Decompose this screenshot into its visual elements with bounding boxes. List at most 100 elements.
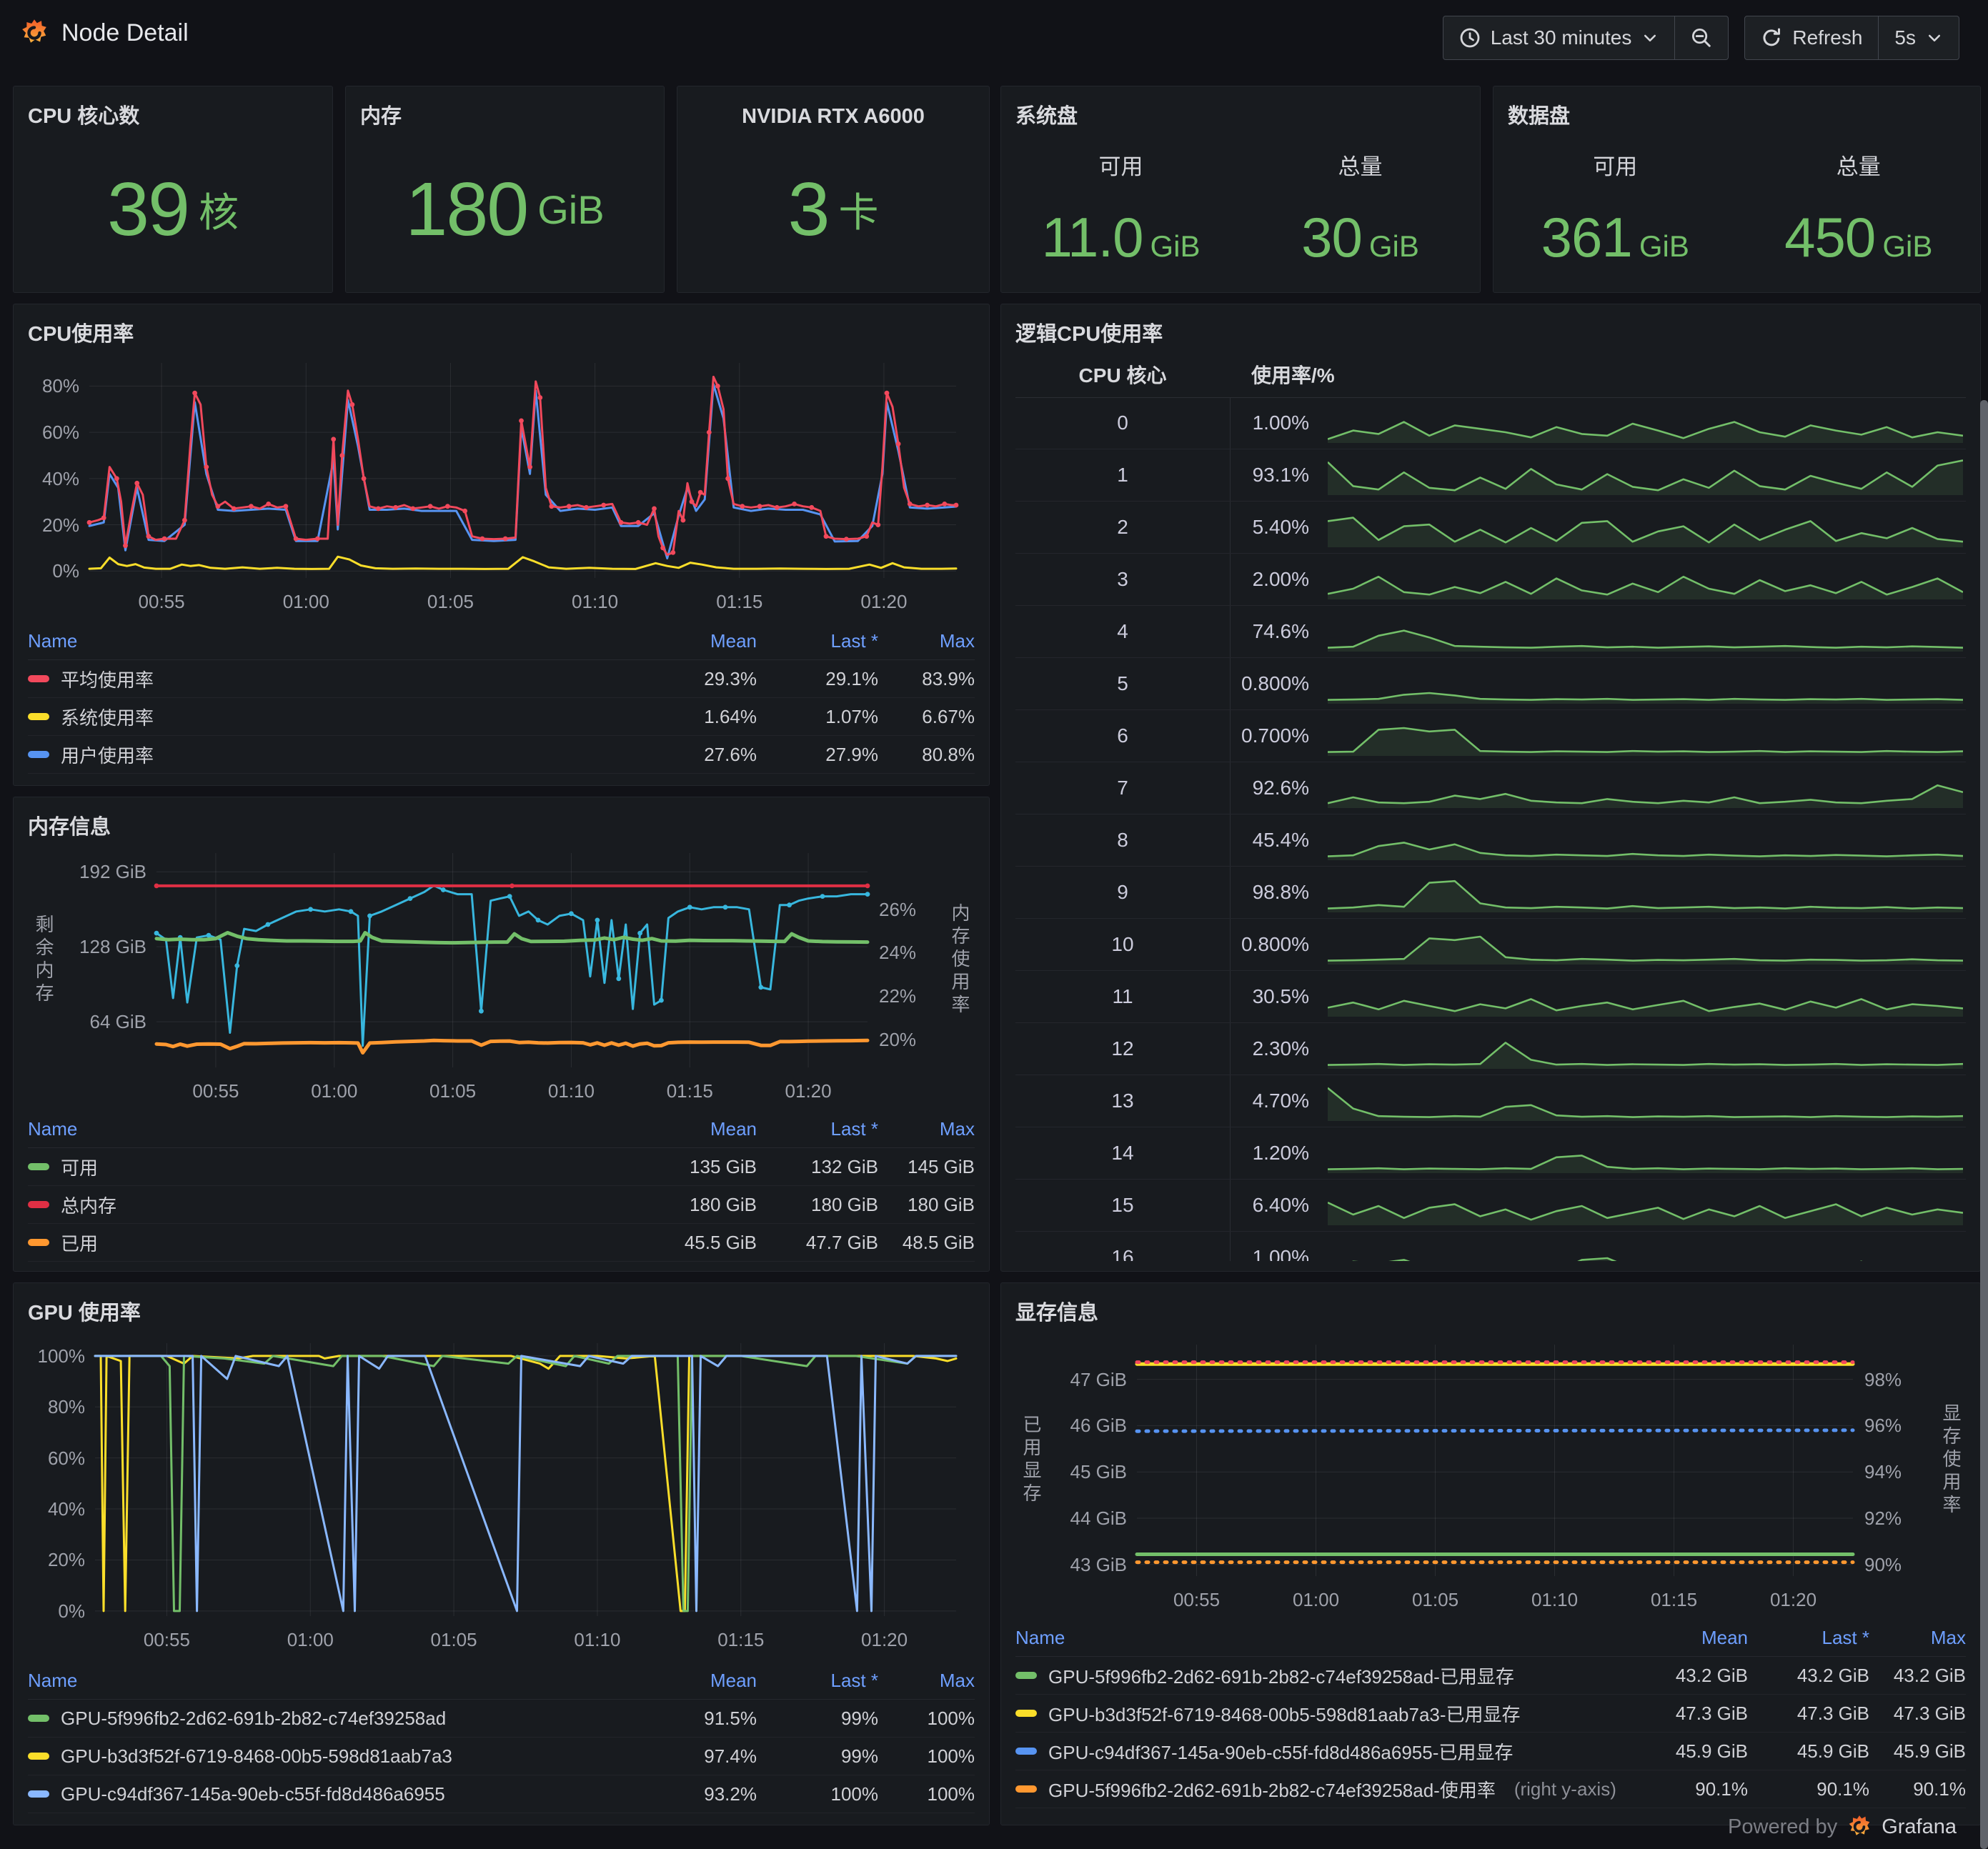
refresh-interval-dropdown[interactable]: 5s bbox=[1878, 16, 1959, 59]
series-point bbox=[407, 896, 413, 901]
legend-value-mean: 97.4% bbox=[704, 1745, 757, 1767]
legend-header-col[interactable]: Mean bbox=[1626, 1627, 1748, 1649]
chevron-down-icon bbox=[1641, 29, 1659, 46]
legend-header-col[interactable]: Mean bbox=[635, 630, 757, 652]
time-range-label: Last 30 minutes bbox=[1490, 26, 1632, 49]
legend-header-col[interactable]: Max bbox=[878, 1670, 975, 1692]
legend-series-name[interactable]: GPU-5f996fb2-2d62-691b-2b82-c74ef39258ad bbox=[28, 1708, 635, 1730]
cpu-usage-cell: 98.8% bbox=[1252, 881, 1309, 903]
legend-series-name[interactable]: GPU-b3d3f52f-6719-8468-00b5-598d81aab7a3… bbox=[1015, 1700, 1626, 1727]
legend-header-name[interactable]: Name bbox=[28, 1118, 635, 1140]
x-axis-tick-label: 01:15 bbox=[716, 591, 763, 612]
stat-value: 361 bbox=[1541, 206, 1633, 269]
legend-header-name[interactable]: Name bbox=[28, 1670, 635, 1692]
legend-series-name[interactable]: 平均使用率 bbox=[28, 666, 635, 692]
legend-header-name[interactable]: Name bbox=[28, 630, 635, 652]
legend-row: 平均使用率 29.3% 29.1% 83.9% bbox=[28, 660, 975, 698]
legend-header-col[interactable]: Last * bbox=[1748, 1627, 1870, 1649]
panel-title[interactable]: 逻辑CPU使用率 bbox=[1015, 317, 1966, 352]
sparkline-cell bbox=[1328, 559, 1963, 599]
cpu-core-sparkline bbox=[1328, 784, 1963, 808]
sparkline-cell bbox=[1328, 1237, 1963, 1261]
series-point bbox=[410, 506, 416, 512]
legend-header-col[interactable]: Last * bbox=[757, 630, 879, 652]
vram-info-chart[interactable] bbox=[1015, 1330, 1966, 1616]
column-header-core[interactable]: CPU 核心 bbox=[1015, 360, 1230, 389]
legend-header-col[interactable]: Mean bbox=[635, 1670, 757, 1692]
cpu-usage-cell: 2.30% bbox=[1252, 1037, 1309, 1060]
panel-title[interactable]: 内存 bbox=[360, 99, 650, 134]
cpu-core-sparkline bbox=[1328, 727, 1963, 756]
panel-system-disk: 系统盘 可用 11.0 GiB 总量 30 GiB bbox=[1000, 86, 1481, 293]
panel-title[interactable]: NVIDIA RTX A6000 bbox=[692, 99, 975, 134]
column-header-usage[interactable]: 使用率/% bbox=[1230, 360, 1358, 389]
x-axis-tick-label: 01:10 bbox=[574, 1629, 621, 1650]
table-row: 7 92.6% bbox=[1015, 762, 1966, 814]
powered-by-footer[interactable]: Powered by Grafana bbox=[1728, 1815, 1957, 1839]
cpu-core-cell: 16 bbox=[1015, 1232, 1231, 1261]
legend-series-name[interactable]: GPU-5f996fb2-2d62-691b-2b82-c74ef39258ad… bbox=[1015, 1776, 1626, 1803]
cpu-core-cell: 15 bbox=[1015, 1180, 1231, 1231]
cpu-usage-cell: 92.6% bbox=[1252, 777, 1309, 799]
legend-header-col[interactable]: Mean bbox=[635, 1118, 757, 1140]
legend-value-last: 47.3 GiB bbox=[1796, 1702, 1869, 1724]
panel-title[interactable]: 系统盘 bbox=[1015, 99, 1466, 134]
legend-series-name[interactable]: 系统使用率 bbox=[28, 704, 635, 730]
sparkline-cell bbox=[1328, 664, 1963, 704]
legend-series-name[interactable]: 已用 bbox=[28, 1230, 635, 1256]
panel-title[interactable]: 数据盘 bbox=[1508, 99, 1966, 134]
refresh-button[interactable]: Refresh bbox=[1745, 16, 1878, 59]
x-axis-tick-label: 01:00 bbox=[282, 591, 329, 612]
legend-header-col[interactable]: Max bbox=[878, 630, 975, 652]
panel-title[interactable]: CPU 核心数 bbox=[28, 99, 318, 134]
legend-header-col[interactable]: Last * bbox=[757, 1118, 879, 1140]
refresh-label: Refresh bbox=[1792, 26, 1863, 49]
panel-title[interactable]: 显存信息 bbox=[1015, 1296, 1966, 1330]
legend-series-name[interactable]: GPU-c94df367-145a-90eb-c55f-fd8d486a6955… bbox=[1015, 1738, 1626, 1765]
legend-value-max: 100% bbox=[927, 1783, 975, 1805]
legend-header-col[interactable]: Max bbox=[878, 1118, 975, 1140]
legend-header-name[interactable]: Name bbox=[1015, 1627, 1626, 1649]
page-scrollbar[interactable] bbox=[1980, 400, 1988, 1849]
y-axis-tick-label: 22% bbox=[879, 985, 917, 1007]
cpu-usage-chart[interactable] bbox=[28, 352, 975, 619]
cpu-usage-cell: 45.4% bbox=[1252, 829, 1309, 851]
y-axis-tick-label: 20% bbox=[41, 514, 79, 536]
zoom-out-button[interactable] bbox=[1674, 16, 1728, 59]
stat-value: 30 bbox=[1301, 206, 1363, 269]
legend-series-name[interactable]: 可用 bbox=[28, 1154, 635, 1180]
legend-series-name[interactable]: GPU-5f996fb2-2d62-691b-2b82-c74ef39258ad… bbox=[1015, 1663, 1626, 1689]
series-point bbox=[864, 534, 870, 539]
legend-series-name[interactable]: 用户使用率 bbox=[28, 742, 635, 768]
legend-series-name[interactable]: GPU-c94df367-145a-90eb-c55f-fd8d486a6955 bbox=[28, 1783, 635, 1805]
sparkline-cell bbox=[1328, 716, 1963, 756]
table-row: 6 0.700% bbox=[1015, 710, 1966, 762]
legend-header-col[interactable]: Max bbox=[1869, 1627, 1966, 1649]
cpu-core-cell: 10 bbox=[1015, 919, 1231, 970]
panel-data-disk: 数据盘 可用 361 GiB 总量 450 GiB bbox=[1493, 86, 1981, 293]
sparkline-cell bbox=[1328, 1185, 1963, 1225]
panel-title[interactable]: 内存信息 bbox=[28, 810, 975, 844]
panel-title[interactable]: GPU 使用率 bbox=[28, 1296, 975, 1330]
cpu-core-sparkline bbox=[1328, 1202, 1963, 1225]
legend-value-max: 90.1% bbox=[1913, 1778, 1966, 1800]
legend-value-last: 100% bbox=[830, 1783, 879, 1805]
y-axis-tick-label: 24% bbox=[879, 942, 917, 964]
legend-header-col[interactable]: Last * bbox=[757, 1670, 879, 1692]
sparkline-cell bbox=[1328, 455, 1963, 495]
stat-value: 180 bbox=[405, 166, 529, 251]
time-range-picker[interactable]: Last 30 minutes bbox=[1443, 16, 1675, 59]
cpu-core-sparkline bbox=[1328, 1087, 1963, 1121]
series-point bbox=[462, 508, 467, 514]
gpu-usage-chart[interactable] bbox=[28, 1330, 975, 1659]
legend-series-name[interactable]: GPU-b3d3f52f-6719-8468-00b5-598d81aab7a3 bbox=[28, 1745, 635, 1768]
series-point bbox=[519, 418, 524, 424]
panel-title[interactable]: CPU使用率 bbox=[28, 317, 975, 352]
memory-info-chart[interactable] bbox=[28, 844, 975, 1107]
legend-value-max: 100% bbox=[927, 1745, 975, 1767]
series-point bbox=[792, 502, 797, 507]
y-axis-tick-label: 80% bbox=[47, 1396, 85, 1418]
legend-series-name[interactable]: 总内存 bbox=[28, 1192, 635, 1218]
cpu-core-sparkline bbox=[1328, 842, 1963, 860]
cpu-usage-cell: 4.70% bbox=[1252, 1090, 1309, 1112]
